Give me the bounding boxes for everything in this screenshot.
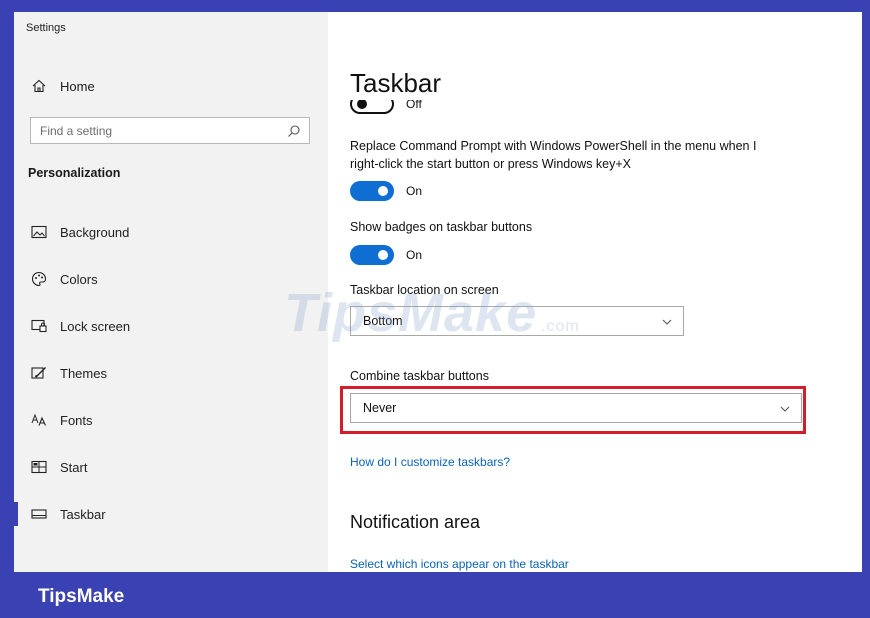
sidebar-item-label: Lock screen bbox=[60, 318, 131, 334]
sidebar-item-label: Colors bbox=[60, 271, 98, 287]
sidebar-item-label: Fonts bbox=[60, 412, 93, 428]
notification-area-heading: Notification area bbox=[350, 512, 481, 532]
taskbar-icon bbox=[26, 505, 52, 523]
image-icon bbox=[26, 223, 52, 241]
themes-icon bbox=[26, 364, 52, 382]
section-title: Personalization bbox=[28, 166, 121, 180]
previous-setting-toggle[interactable] bbox=[350, 100, 394, 114]
toggle-state-label: On bbox=[406, 248, 423, 262]
sidebar-item-fonts[interactable]: Fonts bbox=[26, 408, 93, 432]
toggle-state-label: Off bbox=[406, 100, 422, 111]
search-icon bbox=[287, 124, 301, 138]
badges-toggle[interactable] bbox=[350, 245, 394, 265]
main-content: Taskbar Off Replace Command Prompt with … bbox=[328, 12, 862, 572]
sidebar-item-start[interactable]: Start bbox=[26, 455, 87, 479]
sidebar-item-label: Background bbox=[60, 224, 130, 240]
badges-label: Show badges on taskbar buttons bbox=[350, 220, 533, 234]
page-title: Taskbar bbox=[350, 68, 442, 98]
location-label: Taskbar location on screen bbox=[350, 283, 499, 297]
badges-toggle-row: On bbox=[350, 245, 422, 265]
toggle-row: Off bbox=[350, 100, 422, 114]
window-title: Settings bbox=[26, 22, 66, 34]
sidebar-item-taskbar[interactable]: Taskbar bbox=[14, 502, 106, 526]
nav-home[interactable]: Home bbox=[26, 74, 95, 98]
sidebar-item-lock-screen[interactable]: Lock screen bbox=[26, 314, 130, 338]
toggle-knob bbox=[378, 250, 388, 260]
home-icon bbox=[26, 79, 52, 93]
start-icon bbox=[26, 458, 52, 476]
powershell-toggle[interactable] bbox=[350, 181, 394, 201]
combine-label: Combine taskbar buttons bbox=[350, 369, 489, 383]
lock-screen-icon bbox=[26, 317, 52, 335]
sidebar-item-themes[interactable]: Themes bbox=[26, 361, 107, 385]
sidebar-item-background[interactable]: Background bbox=[26, 220, 129, 244]
toggle-knob bbox=[357, 100, 367, 109]
search-input[interactable]: Find a setting bbox=[30, 117, 310, 144]
sidebar: Settings Home Find a setting Personaliza… bbox=[14, 12, 328, 572]
nav-home-label: Home bbox=[60, 78, 95, 94]
powershell-toggle-row: On bbox=[350, 181, 422, 201]
palette-icon bbox=[26, 270, 52, 288]
fonts-icon bbox=[26, 411, 52, 429]
toggle-state-label: On bbox=[406, 184, 423, 198]
sidebar-item-label: Themes bbox=[60, 365, 107, 381]
location-dropdown[interactable]: Bottom bbox=[350, 306, 684, 336]
powershell-label: Replace Command Prompt with Windows Powe… bbox=[350, 139, 757, 171]
select-icons-link[interactable]: Select which icons appear on the taskbar bbox=[350, 557, 569, 571]
sidebar-item-colors[interactable]: Colors bbox=[26, 267, 98, 291]
customize-taskbars-link[interactable]: How do I customize taskbars? bbox=[350, 455, 510, 469]
footer-brand: TipsMake bbox=[38, 586, 125, 607]
settings-window: Settings Home Find a setting Personaliza… bbox=[14, 12, 862, 572]
sidebar-item-label: Taskbar bbox=[60, 506, 106, 522]
chevron-down-icon bbox=[661, 315, 673, 327]
highlight-box bbox=[340, 386, 806, 434]
search-placeholder: Find a setting bbox=[40, 124, 113, 138]
toggle-knob bbox=[378, 186, 388, 196]
partial-toggle-row: Off bbox=[350, 100, 450, 116]
sidebar-item-label: Start bbox=[60, 459, 88, 475]
location-value: Bottom bbox=[363, 314, 403, 328]
